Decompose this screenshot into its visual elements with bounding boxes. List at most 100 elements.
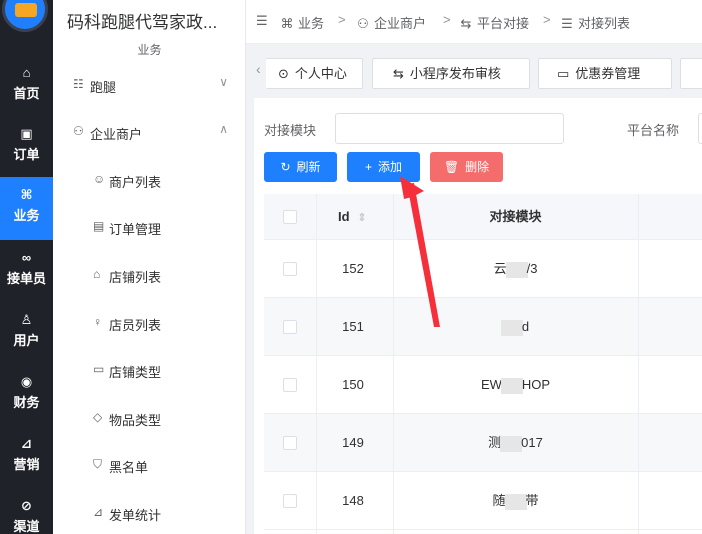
rail-item-label: 接单员 [6,271,46,286]
sidebar-item-merchant-list[interactable]: ☺ 商户列表 [53,166,246,194]
sidebar-item-shop-type[interactable]: ▭ 店铺类型 [53,356,246,384]
sidebar-item-label: 发单统计 [109,508,162,523]
menu-toggle-icon[interactable]: ☰ [256,13,268,29]
secondary-sidebar: 码科跑腿代驾家政... 业务 ☷ 跑腿 ∨ ⚇ 企业商户 ∧ ☺ 商户列表 ▤ … [53,0,246,534]
sidebar-item-stats[interactable]: ⊿ 发单统计 [53,499,246,527]
sidebar-item-merchant[interactable]: ⚇ 企业商户 ∧ [53,118,246,146]
sidebar-item-shop-list[interactable]: ⌂ 店铺列表 [53,261,246,289]
column-divider [316,194,317,534]
select-all-checkbox[interactable] [283,210,297,224]
search-input-platform[interactable] [698,113,702,144]
search-input-module[interactable] [335,113,564,144]
sort-icon[interactable]: ⇕ [357,212,366,224]
clerk-icon: ♀ [93,315,102,329]
tab-personal-center[interactable]: ⊙ 个人中心 [266,58,363,89]
breadcrumb-label: 对接列表 [578,16,631,31]
cell-text: EW [480,377,502,392]
shield-icon: ⛉ [93,457,103,471]
row-checkbox[interactable] [283,378,297,392]
rail-item-users[interactable]: ♙ 用户 [0,304,53,364]
marketing-icon: ⊿ [21,436,32,451]
trash-icon: 🗑 [443,160,460,174]
rail-item-home[interactable]: ⌂ 首页 [0,57,53,117]
tabs-bar: ‹ ⊙ 个人中心 ⇆ 小程序发布审核 ▭ 优惠券管理 [246,51,702,91]
rail-item-orders[interactable]: ▣ 订单 [0,118,53,178]
row-checkbox[interactable] [283,262,297,276]
sidebar-item-label: 跑腿 [90,80,117,95]
rail-item-riders[interactable]: ∞ 接单员 [0,242,53,302]
home-icon: ⌂ [22,65,31,80]
row-checkbox[interactable] [283,320,297,334]
rail-item-label: 渠道 [13,519,40,534]
add-button[interactable]: + 添加 [347,152,420,182]
cell-text: 017 [521,435,543,450]
breadcrumb-item-business[interactable]: ⌘ 业务 [280,13,325,32]
row-checkbox[interactable] [283,436,297,450]
channel-icon: ⊘ [21,498,32,513]
tab-miniapp-review[interactable]: ⇆ 小程序发布审核 [372,58,530,89]
tab-label: 优惠券管理 [575,66,641,81]
tab-overflow[interactable] [680,58,702,89]
rail-item-channel[interactable]: ⊘ 渠道 [0,490,53,534]
sidebar-item-errand[interactable]: ☷ 跑腿 ∨ [53,71,246,99]
tab-coupon-manage[interactable]: ▭ 优惠券管理 [538,58,672,89]
sidebar-item-order-manage[interactable]: ▤ 订单管理 [53,213,246,241]
chevron-up-icon: ∧ [219,122,228,136]
order-manage-icon: ▤ [93,219,105,233]
cell-id: 152 [342,261,364,276]
sidebar-item-label: 物品类型 [109,413,162,428]
breadcrumb-item-merchant[interactable]: ⚇ 企业商户 [356,13,426,32]
breadcrumb-label: 业务 [298,16,325,31]
sidebar-group-label: 业务 [137,43,162,57]
delete-button[interactable]: 🗑 删除 [430,152,503,182]
cell-module: EW HOP [393,356,638,414]
cell-module: 测 017 [393,414,638,472]
sidebar-item-label: 商户列表 [109,175,162,190]
sidebar-item-blacklist[interactable]: ⛉ 黑名单 [53,451,246,479]
row-checkbox[interactable] [283,494,297,508]
rail-item-business[interactable]: ⌘ 业务 [0,177,53,240]
redaction [500,319,523,336]
main-nav-rail: ⌂ 首页 ▣ 订单 ⌘ 业务 ∞ 接单员 ♙ 用户 ◉ 财务 ⊿ 营销 ⊘ 渠道 [0,0,53,534]
column-header-id[interactable]: Id ⇕ [338,194,366,240]
tabs-prev-icon[interactable]: ‹ [256,61,261,77]
breadcrumb-separator: > [338,12,346,27]
button-label: 添加 [378,160,403,174]
cell-id: 151 [342,319,364,334]
bike-icon: ∞ [21,250,32,265]
search-label-module: 对接模块 [264,123,317,138]
sidebar-item-clerk-list[interactable]: ♀ 店员列表 [53,309,246,337]
column-divider [393,194,394,534]
rail-item-marketing[interactable]: ⊿ 营销 [0,428,53,488]
rail-item-label: 营销 [13,457,40,472]
business-icon: ⌘ [20,187,33,202]
table-row[interactable]: 150 EW HOP [264,356,702,414]
sidebar-item-label: 企业商户 [90,127,143,142]
refresh-button[interactable]: ↻ 刷新 [264,152,337,182]
shop-icon: ⌂ [93,267,101,281]
shop-type-icon: ▭ [93,362,105,376]
table-row[interactable]: 151 d [264,298,702,356]
swap-icon: ⇆ [460,16,472,31]
table-row[interactable]: 152 云/3 [264,240,702,298]
cell-module: d [393,298,638,356]
tab-label: 个人中心 [294,66,347,81]
button-label: 删除 [465,160,490,174]
table-row[interactable]: 149 测 017 [264,414,702,472]
table-row[interactable]: 148 随带 [264,472,702,530]
breadcrumb-item-platform[interactable]: ⇆ 平台对接 [459,13,529,32]
cell-module: 随带 [393,472,638,530]
merchant-icon: ⚇ [357,16,369,31]
breadcrumb-label: 企业商户 [374,16,427,31]
breadcrumb-separator: > [443,12,451,27]
order-icon: ▣ [20,126,33,141]
search-label-platform: 平台名称 [627,123,680,138]
business-icon: ⌘ [280,16,294,31]
data-table: Id ⇕ 对接模块 152 云/3 151 d 150 EW HOP 149 测0… [264,194,702,534]
rail-item-finance[interactable]: ◉ 财务 [0,366,53,426]
merchant-icon: ⚇ [73,124,84,138]
header-bar: ☰ ⌘ 业务 > ⚇ 企业商户 > ⇆ 平台对接 > ☰ 对接列表 [246,0,702,44]
refresh-icon: ↻ [280,160,291,174]
cell-text: HOP [521,377,551,392]
sidebar-item-item-type[interactable]: ◇ 物品类型 [53,404,246,432]
